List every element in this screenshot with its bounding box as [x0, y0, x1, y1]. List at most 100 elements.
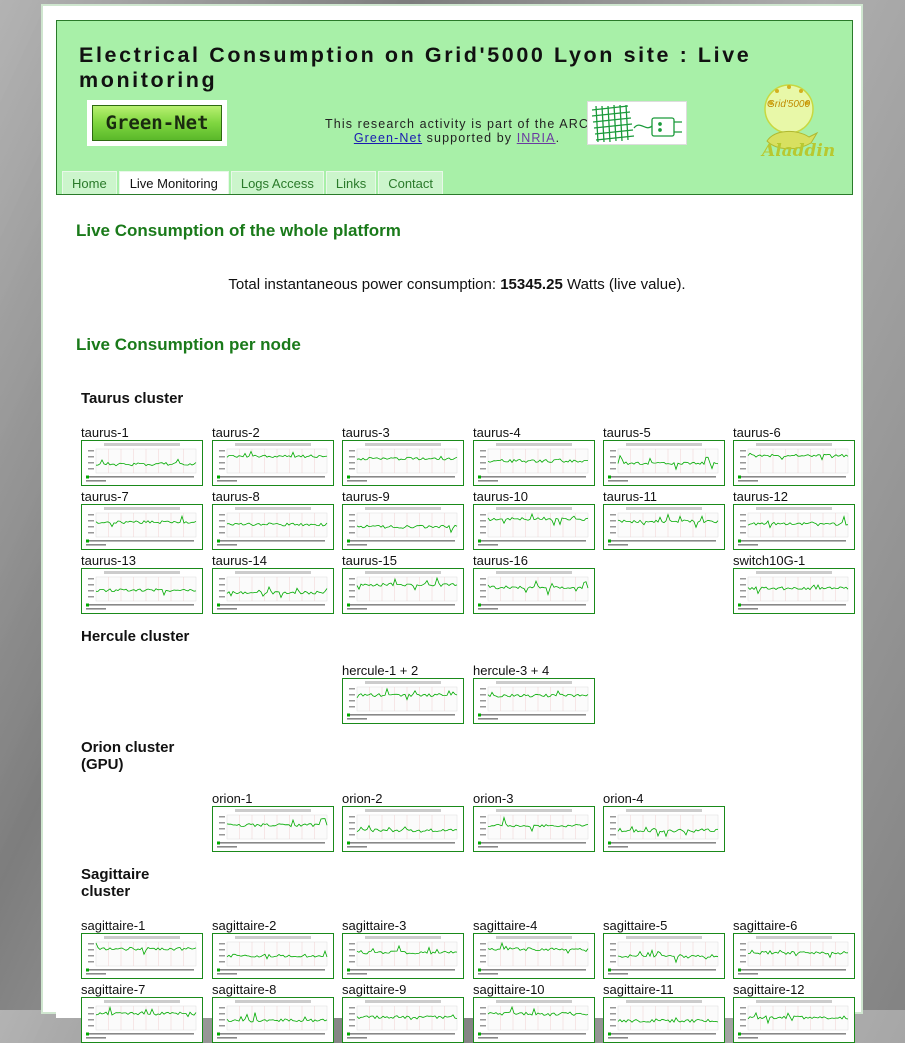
- node-hercule-3-4[interactable]: hercule-3 + 4: [473, 663, 596, 724]
- node-taurus-2[interactable]: taurus-2: [212, 425, 335, 486]
- node-orion-3[interactable]: orion-3: [473, 791, 596, 852]
- node-sagittaire-11[interactable]: sagittaire-11: [603, 982, 726, 1043]
- consumption-graph[interactable]: [81, 440, 203, 486]
- node-orion-2[interactable]: orion-2: [342, 791, 465, 852]
- node-sagittaire-9[interactable]: sagittaire-9: [342, 982, 465, 1043]
- consumption-graph[interactable]: [473, 568, 595, 614]
- tab-links[interactable]: Links: [325, 171, 377, 194]
- consumption-graph[interactable]: [342, 678, 464, 724]
- node-sagittaire-6[interactable]: sagittaire-6: [733, 918, 856, 979]
- consumption-graph[interactable]: [603, 504, 725, 550]
- consumption-graph[interactable]: [212, 806, 334, 852]
- node-taurus-9[interactable]: taurus-9: [342, 489, 465, 550]
- consumption-graph[interactable]: [342, 997, 464, 1043]
- consumption-graph[interactable]: [473, 440, 595, 486]
- consumption-graph[interactable]: [342, 806, 464, 852]
- graph-axis-tick: [740, 462, 746, 464]
- consumption-graph[interactable]: [473, 678, 595, 724]
- consumption-graph[interactable]: [733, 997, 855, 1043]
- node-sagittaire-2[interactable]: sagittaire-2: [212, 918, 335, 979]
- graph-title-strip: [626, 936, 702, 939]
- consumption-graph[interactable]: [81, 933, 203, 979]
- graph-axis-tick: [480, 700, 486, 702]
- node-sagittaire-10[interactable]: sagittaire-10: [473, 982, 596, 1043]
- consumption-graph[interactable]: [603, 440, 725, 486]
- graph-title-strip: [756, 1000, 832, 1003]
- node-taurus-12[interactable]: taurus-12: [733, 489, 856, 550]
- consumption-graph[interactable]: [212, 568, 334, 614]
- supported-by-text: supported by: [422, 131, 517, 145]
- consumption-graph[interactable]: [342, 504, 464, 550]
- consumption-graph[interactable]: [342, 568, 464, 614]
- node-sagittaire-12[interactable]: sagittaire-12: [733, 982, 856, 1043]
- consumption-graph[interactable]: [473, 933, 595, 979]
- node-taurus-11[interactable]: taurus-11: [603, 489, 726, 550]
- node-taurus-15[interactable]: taurus-15: [342, 553, 465, 614]
- consumption-graph[interactable]: [342, 933, 464, 979]
- graph-title-strip: [756, 443, 832, 446]
- graph-svg: [478, 507, 589, 546]
- consumption-graph[interactable]: [603, 997, 725, 1043]
- node-taurus-16[interactable]: taurus-16: [473, 553, 596, 614]
- tab-contact[interactable]: Contact: [378, 171, 444, 194]
- tab-live-monitoring[interactable]: Live Monitoring: [118, 171, 229, 194]
- node-taurus-10[interactable]: taurus-10: [473, 489, 596, 550]
- graph-legend-line: [608, 476, 716, 478]
- node-taurus-5[interactable]: taurus-5: [603, 425, 726, 486]
- greennet-logo[interactable]: Green-Net: [87, 100, 227, 146]
- node-taurus-4[interactable]: taurus-4: [473, 425, 596, 486]
- node-sagittaire-5[interactable]: sagittaire-5: [603, 918, 726, 979]
- node-switch10g-1[interactable]: switch10G-1: [733, 553, 856, 614]
- consumption-graph[interactable]: [733, 504, 855, 550]
- graph-axis-tick: [219, 1013, 225, 1015]
- consumption-graph[interactable]: [603, 933, 725, 979]
- consumption-graph[interactable]: [81, 568, 203, 614]
- graph-legend-line: [608, 846, 628, 848]
- consumption-graph[interactable]: [212, 504, 334, 550]
- tab-home[interactable]: Home: [62, 171, 117, 194]
- consumption-graph[interactable]: [212, 933, 334, 979]
- node-taurus-7[interactable]: taurus-7: [81, 489, 204, 550]
- graph-title-strip: [235, 571, 311, 574]
- node-hercule-1-2[interactable]: hercule-1 + 2: [342, 663, 465, 724]
- node-sagittaire-7[interactable]: sagittaire-7: [81, 982, 204, 1043]
- graph-svg: [738, 571, 849, 610]
- node-taurus-13[interactable]: taurus-13: [81, 553, 204, 614]
- graph-svg: [86, 571, 197, 610]
- consumption-graph[interactable]: [603, 806, 725, 852]
- node-taurus-8[interactable]: taurus-8: [212, 489, 335, 550]
- consumption-graph[interactable]: [212, 997, 334, 1043]
- consumption-graph[interactable]: [342, 440, 464, 486]
- consumption-graph[interactable]: [81, 997, 203, 1043]
- node-label: switch10G-1: [733, 553, 806, 568]
- consumption-graph[interactable]: [733, 440, 855, 486]
- node-taurus-3[interactable]: taurus-3: [342, 425, 465, 486]
- node-sagittaire-8[interactable]: sagittaire-8: [212, 982, 335, 1043]
- graph-legend-line: [478, 544, 498, 546]
- tab-logs-access[interactable]: Logs Access: [230, 171, 324, 194]
- consumption-graph[interactable]: [733, 933, 855, 979]
- graph-axis-tick: [610, 468, 616, 470]
- cluster-title-hercule: Hercule cluster: [81, 628, 190, 645]
- node-taurus-14[interactable]: taurus-14: [212, 553, 335, 614]
- node-orion-4[interactable]: orion-4: [603, 791, 726, 852]
- consumption-graph[interactable]: [473, 806, 595, 852]
- graph-axis-tick: [480, 450, 486, 452]
- consumption-graph[interactable]: [212, 440, 334, 486]
- node-taurus-1[interactable]: taurus-1: [81, 425, 204, 486]
- node-sagittaire-1[interactable]: sagittaire-1: [81, 918, 204, 979]
- graph-legend-swatch: [86, 603, 89, 607]
- greennet-link[interactable]: Green-Net: [354, 131, 422, 145]
- graph-title-strip: [235, 936, 311, 939]
- node-orion-1[interactable]: orion-1: [212, 791, 335, 852]
- node-sagittaire-3[interactable]: sagittaire-3: [342, 918, 465, 979]
- graph-axis-tick: [349, 694, 355, 696]
- node-taurus-6[interactable]: taurus-6: [733, 425, 856, 486]
- consumption-graph[interactable]: [733, 568, 855, 614]
- consumption-graph[interactable]: [473, 997, 595, 1043]
- consumption-graph[interactable]: [473, 504, 595, 550]
- node-sagittaire-4[interactable]: sagittaire-4: [473, 918, 596, 979]
- consumption-graph[interactable]: [81, 504, 203, 550]
- graph-axis-tick: [740, 1007, 746, 1009]
- inria-link[interactable]: INRIA: [517, 131, 556, 145]
